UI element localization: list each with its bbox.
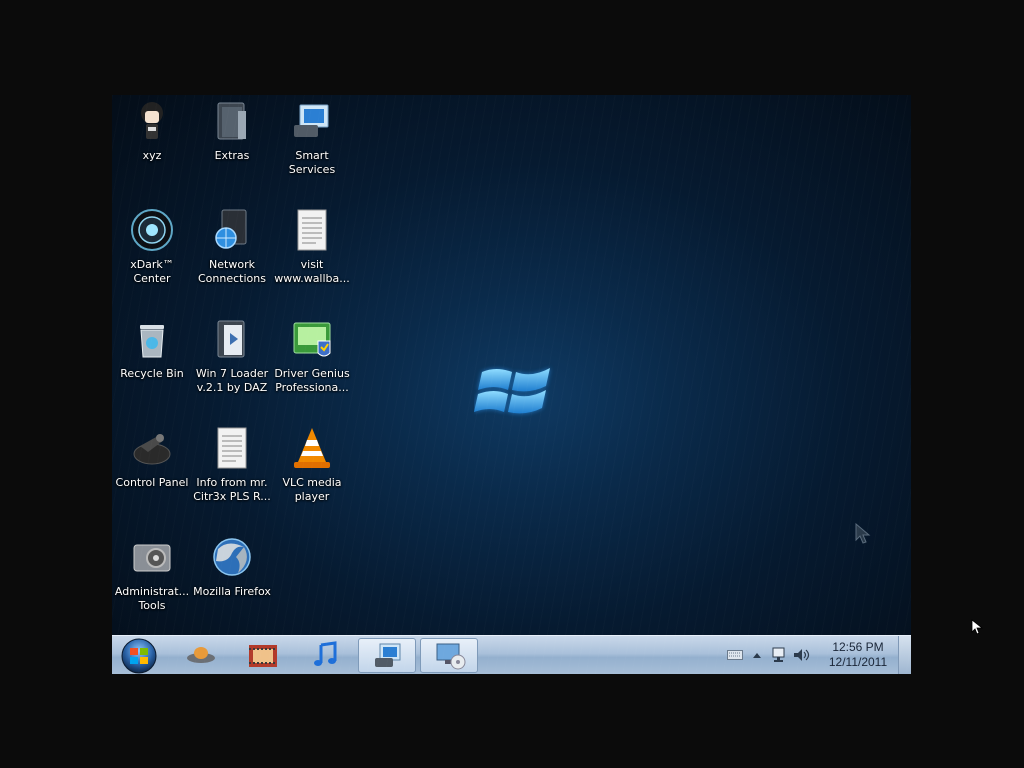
system-tray: 12:56 PM 12/11/2011 (721, 636, 911, 674)
desktop-icon-xdark-center[interactable]: xDark™ Center (112, 206, 192, 286)
film-icon (249, 645, 277, 667)
clock-time: 12:56 PM (832, 640, 884, 654)
desktop-icon-smart-services[interactable]: Smart Services (272, 97, 352, 177)
xdark-center-icon (131, 209, 173, 251)
taskbar: 12:56 PM 12/11/2011 (112, 635, 911, 674)
show-desktop-button[interactable] (898, 636, 911, 674)
recycle-bin-icon (140, 325, 164, 358)
taskbar-pinned-display-settings[interactable] (420, 638, 478, 673)
mouse-pointer-icon (971, 619, 983, 635)
smart-services-icon (294, 104, 329, 137)
taskbar-pinned-xdark-launcher[interactable] (172, 638, 230, 673)
desktop-icon-admin-tools[interactable]: Administrat... Tools (112, 533, 192, 613)
smart-services-icon (375, 643, 401, 667)
firefox-icon (213, 538, 251, 576)
monitor-cd-icon (436, 643, 466, 670)
text-document-icon (217, 427, 247, 469)
desktop-icon-network-connections[interactable]: Network Connections (192, 206, 272, 286)
desktop-icon-extras[interactable]: Extras (192, 97, 272, 163)
desktop-icon-info-citr3x[interactable]: Info from mr. Citr3x PLS R... (192, 424, 272, 504)
driver-genius-icon (293, 322, 331, 357)
control-panel-icon (133, 434, 171, 465)
taskbar-pinned-smart-services[interactable] (358, 638, 416, 673)
text-document-icon (297, 209, 327, 251)
mouse-cursor-icon (855, 523, 871, 544)
windows-logo-wallpaper (474, 368, 550, 414)
network-icon[interactable] (771, 647, 789, 663)
show-hidden-icons-arrow[interactable] (753, 652, 761, 658)
desktop-icon-recycle-bin[interactable]: Recycle Bin (112, 315, 192, 381)
ufo-icon (187, 647, 215, 663)
volume-icon[interactable] (793, 648, 811, 662)
desktop-icon-visit-wallbase[interactable]: visit www.wallba... (272, 206, 352, 286)
folder-icon (217, 320, 245, 358)
desktop-icon-xyz[interactable]: xyz (112, 97, 192, 163)
folder-icon (217, 102, 246, 140)
desktop-icon-control-panel[interactable]: Control Panel (112, 424, 192, 490)
desktop-icon-driver-genius[interactable]: Driver Genius Professiona... (272, 315, 352, 395)
desktop[interactable]: xyz xDark™ Center Recycle Bin Control Pa… (112, 95, 911, 674)
music-note-icon (314, 641, 337, 666)
network-connections-icon (215, 209, 247, 249)
taskbar-pinned-music-player[interactable] (296, 638, 354, 673)
admin-tools-icon (133, 544, 171, 572)
start-button[interactable] (118, 637, 160, 674)
desktop-icon-vlc-media-player[interactable]: VLC media player (272, 424, 352, 504)
keyboard-icon[interactable] (727, 650, 743, 660)
taskbar-pinned-media-library[interactable] (234, 638, 292, 673)
desktop-icon-win7-loader[interactable]: Win 7 Loader v.2.1 by DAZ (192, 315, 272, 395)
clock-date: 12/11/2011 (828, 655, 888, 669)
taskbar-clock[interactable]: 12:56 PM 12/11/2011 (825, 640, 891, 670)
desktop-icon-mozilla-firefox[interactable]: Mozilla Firefox (192, 533, 272, 599)
vlc-cone-icon (294, 428, 330, 468)
user-avatar-icon (141, 102, 163, 139)
